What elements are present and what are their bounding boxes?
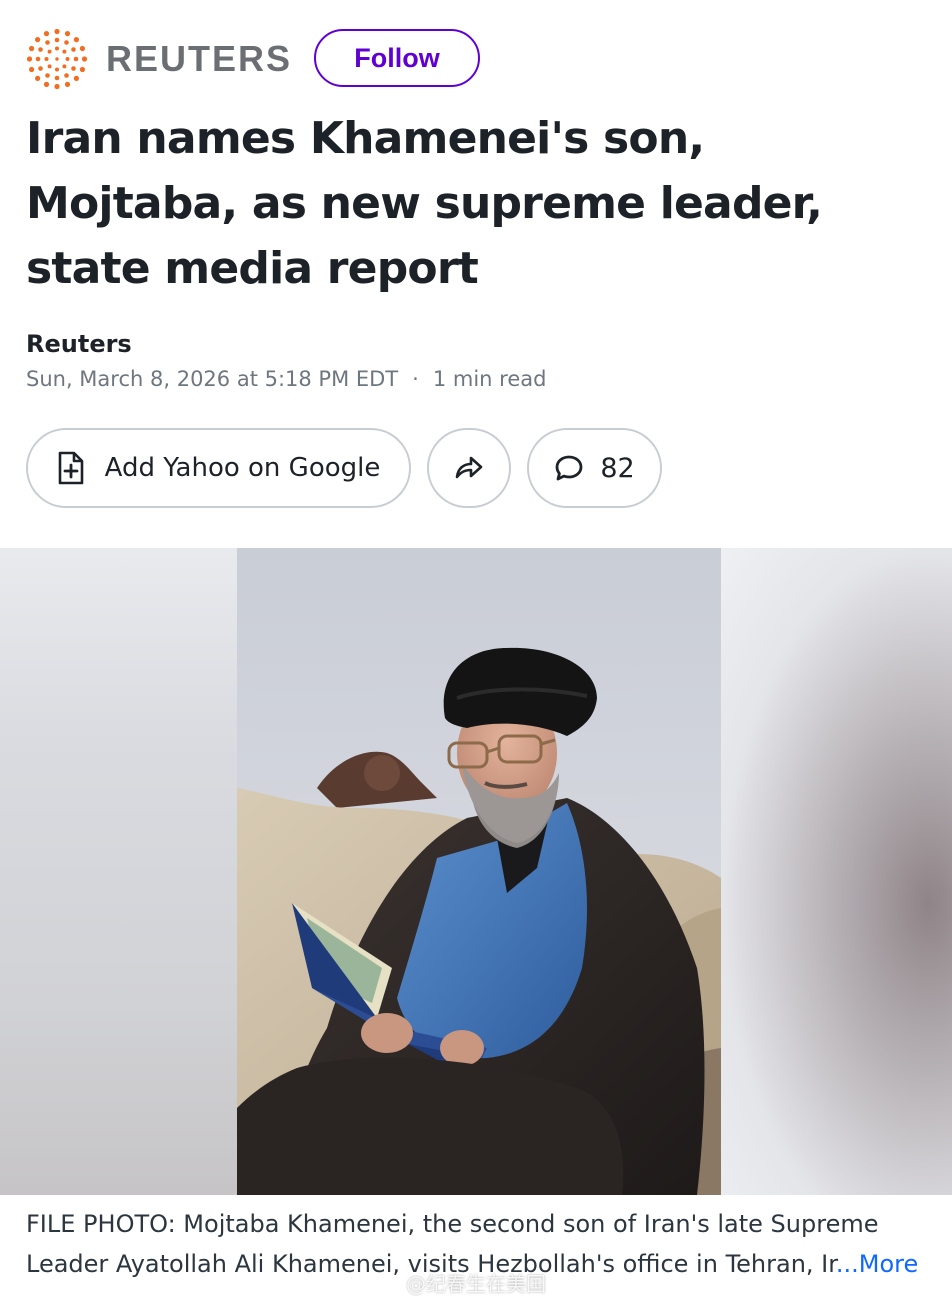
byline-meta: Sun, March 8, 2026 at 5:18 PM EDT · 1 mi…	[26, 367, 546, 391]
share-arrow-icon	[455, 456, 483, 479]
add-yahoo-on-google-button[interactable]: Add Yahoo on Google	[26, 428, 411, 508]
watermark: @纪春生在美国	[372, 1268, 546, 1297]
add-yahoo-on-google-label: Add Yahoo on Google	[104, 453, 381, 483]
reuters-logo-icon	[26, 28, 88, 90]
comment-bubble-icon	[555, 455, 583, 481]
photo-blur-left	[0, 548, 237, 1195]
follow-button[interactable]: Follow	[314, 29, 480, 87]
article-photo[interactable]	[0, 548, 952, 1195]
publisher-header[interactable]: REUTERS	[26, 28, 292, 90]
article-headline: Iran names Khamenei's son, Mojtaba, as n…	[26, 113, 823, 294]
add-document-icon	[58, 451, 83, 485]
photo-blur-right	[721, 548, 952, 1195]
comment-count: 82	[600, 452, 635, 484]
portrait-photo-image	[237, 548, 721, 1195]
meta-separator: ·	[412, 367, 419, 391]
caption-more-link[interactable]: ...More	[836, 1250, 918, 1278]
publisher-name: REUTERS	[106, 38, 293, 79]
byline-author[interactable]: Reuters	[26, 330, 132, 358]
share-button[interactable]	[427, 428, 511, 508]
publish-date: Sun, March 8, 2026 at 5:18 PM EDT	[26, 367, 399, 391]
comments-button[interactable]: 82	[527, 428, 662, 508]
article-page: REUTERS Follow Iran names Khamenei's son…	[0, 0, 952, 1302]
watermark-text: @纪春生在美国	[406, 1272, 546, 1296]
read-time: 1 min read	[432, 367, 547, 391]
weibo-logo-icon	[373, 1273, 399, 1293]
